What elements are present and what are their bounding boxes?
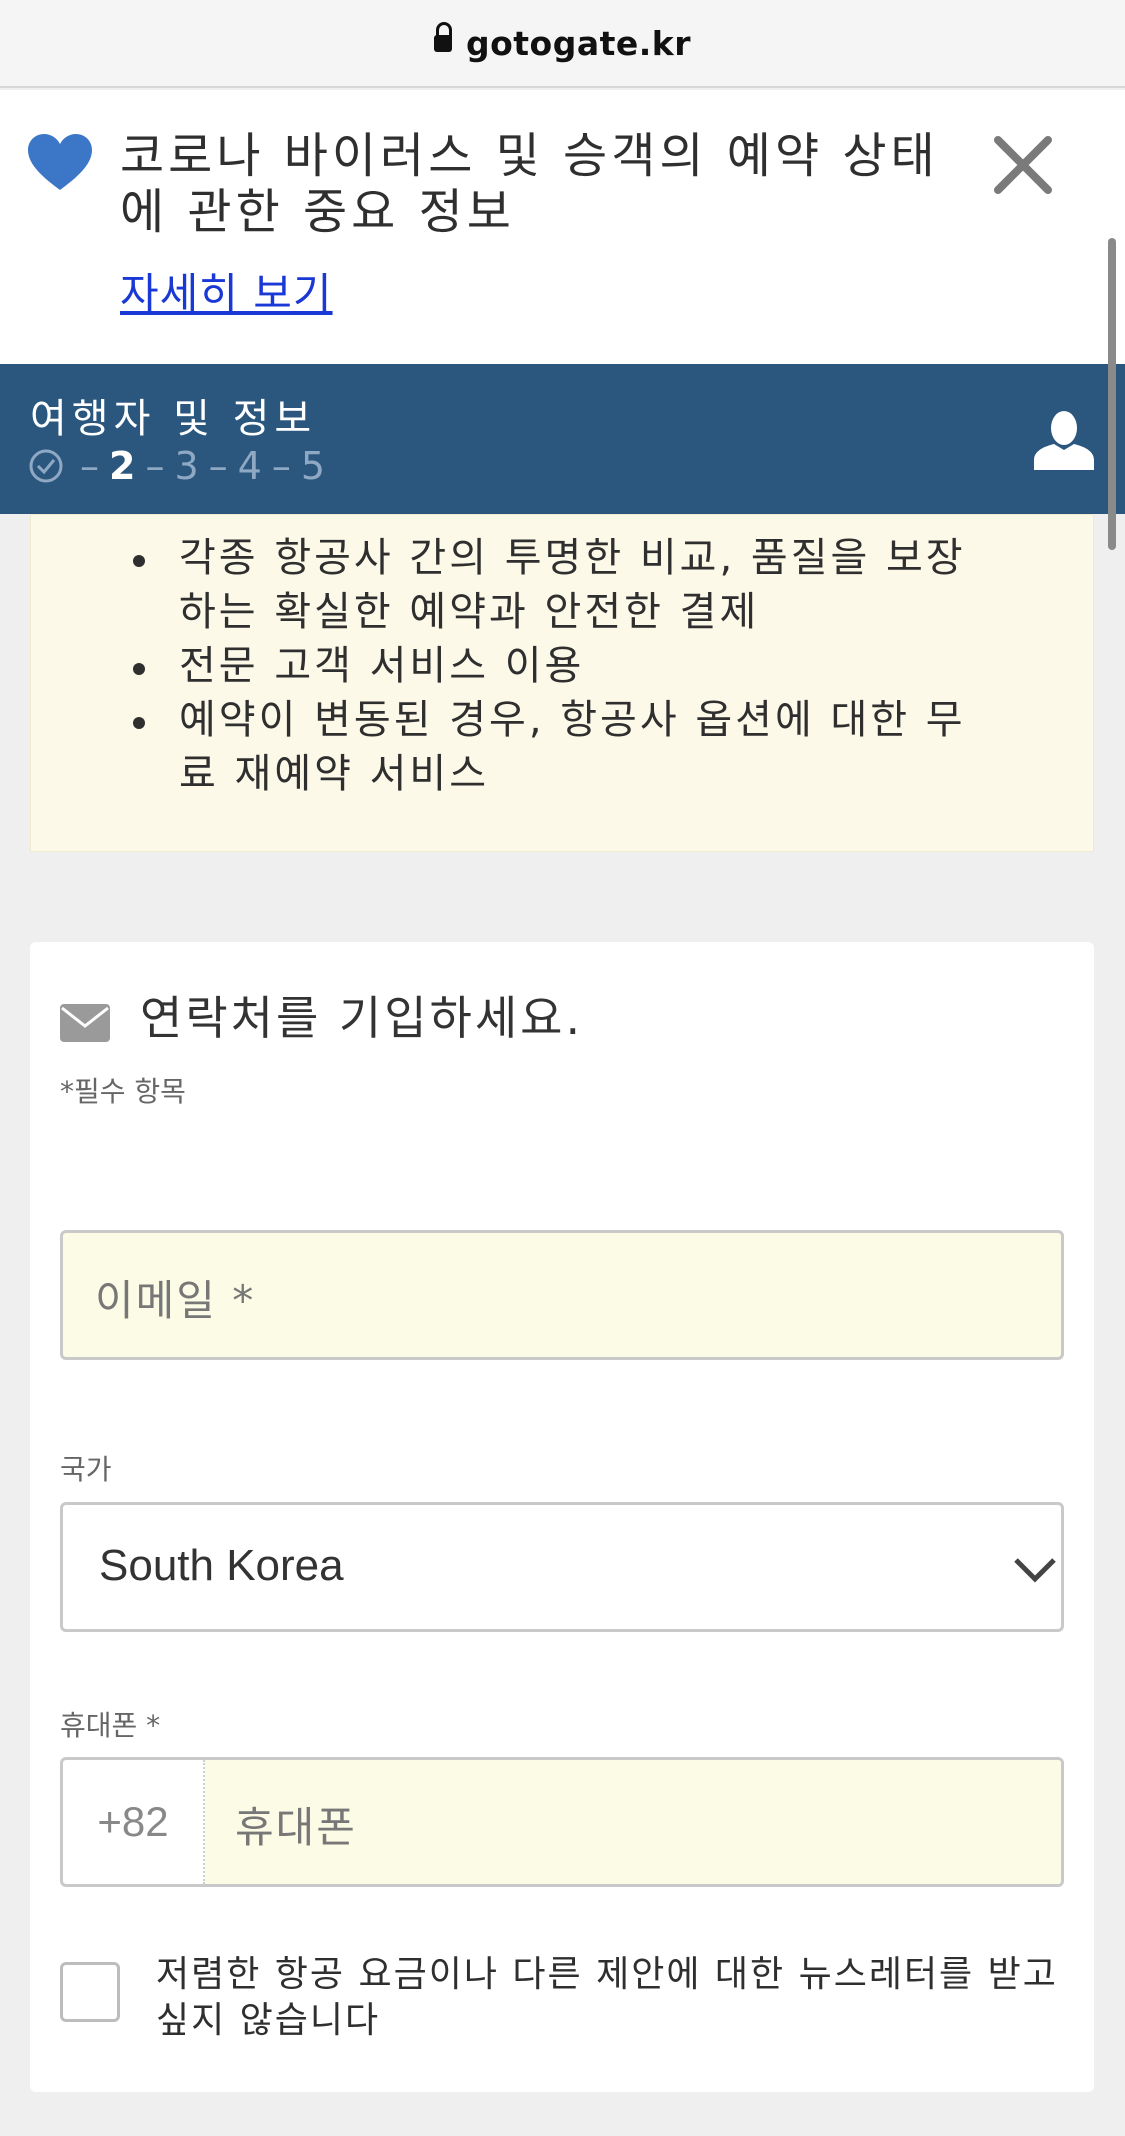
contact-card: 연락처를 기입하세요. *필수 항목 이메일 * 국가 South Korea … (30, 942, 1094, 2092)
benefit-item: 각종 항공사 간의 투명한 비교, 품질을 보장하는 확실한 예약과 안전한 결… (133, 531, 979, 639)
country-select[interactable]: South Korea (60, 1502, 1064, 1632)
chevron-down-icon (1014, 1558, 1056, 1583)
step-2: 2 (109, 444, 136, 488)
progress-title: 여행자 및 정보 (30, 396, 317, 442)
notice-title: 코로나 바이러스 및 승객의 예약 상태에 관한 중요 정보 (120, 128, 939, 240)
phone-placeholder: 휴대폰 (235, 1803, 357, 1852)
phone-number-input[interactable]: 휴대폰 (205, 1760, 1061, 1884)
newsletter-optout-checkbox[interactable] (60, 1962, 120, 2022)
user-icon[interactable] (1034, 408, 1094, 470)
benefits-box: 각종 항공사 간의 투명한 비교, 품질을 보장하는 확실한 예약과 안전한 결… (30, 514, 1094, 852)
phone-field[interactable]: +82 휴대폰 (60, 1757, 1064, 1887)
completed-step-check-icon (29, 449, 63, 483)
scrollbar[interactable] (1108, 238, 1116, 550)
country-label: 국가 (60, 1453, 112, 1486)
progress-steps: – 2 – 3 – 4 – 5 (28, 444, 325, 488)
benefit-item: 전문 고객 서비스 이용 (133, 639, 979, 693)
booking-progress-header: 여행자 및 정보 – 2 – 3 – 4 – 5 (0, 364, 1125, 514)
covid-notice-banner: 코로나 바이러스 및 승객의 예약 상태에 관한 중요 정보 자세히 보기 (0, 90, 1125, 364)
step-3: 3 (174, 444, 199, 488)
phone-country-code[interactable]: +82 (63, 1760, 205, 1884)
step-4: 4 (237, 444, 262, 488)
lock-icon (433, 22, 452, 58)
heart-icon (28, 134, 92, 190)
email-field[interactable]: 이메일 * (60, 1230, 1064, 1360)
benefits-list: 각종 항공사 간의 투명한 비교, 품질을 보장하는 확실한 예약과 안전한 결… (133, 531, 979, 801)
notice-details-link[interactable]: 자세히 보기 (120, 260, 333, 321)
email-placeholder: 이메일 * (95, 1276, 256, 1325)
url-text: gotogate.kr (465, 23, 692, 63)
close-icon[interactable] (992, 134, 1054, 196)
newsletter-optout-label[interactable]: 저렴한 항공 요금이나 다른 제안에 대한 뉴스레터를 받고 싶지 않습니다 (156, 1952, 1076, 2044)
contact-title: 연락처를 기입하세요. (140, 991, 584, 1045)
required-note: *필수 항목 (60, 1075, 186, 1108)
address-bar[interactable]: gotogate.kr (0, 0, 1125, 88)
country-value: South Korea (99, 1541, 344, 1590)
step-5: 5 (300, 444, 326, 488)
envelope-icon (60, 1004, 110, 1042)
phone-label: 휴대폰 * (60, 1709, 161, 1742)
benefit-item: 예약이 변동된 경우, 항공사 옵션에 대한 무료 재예약 서비스 (133, 693, 979, 801)
